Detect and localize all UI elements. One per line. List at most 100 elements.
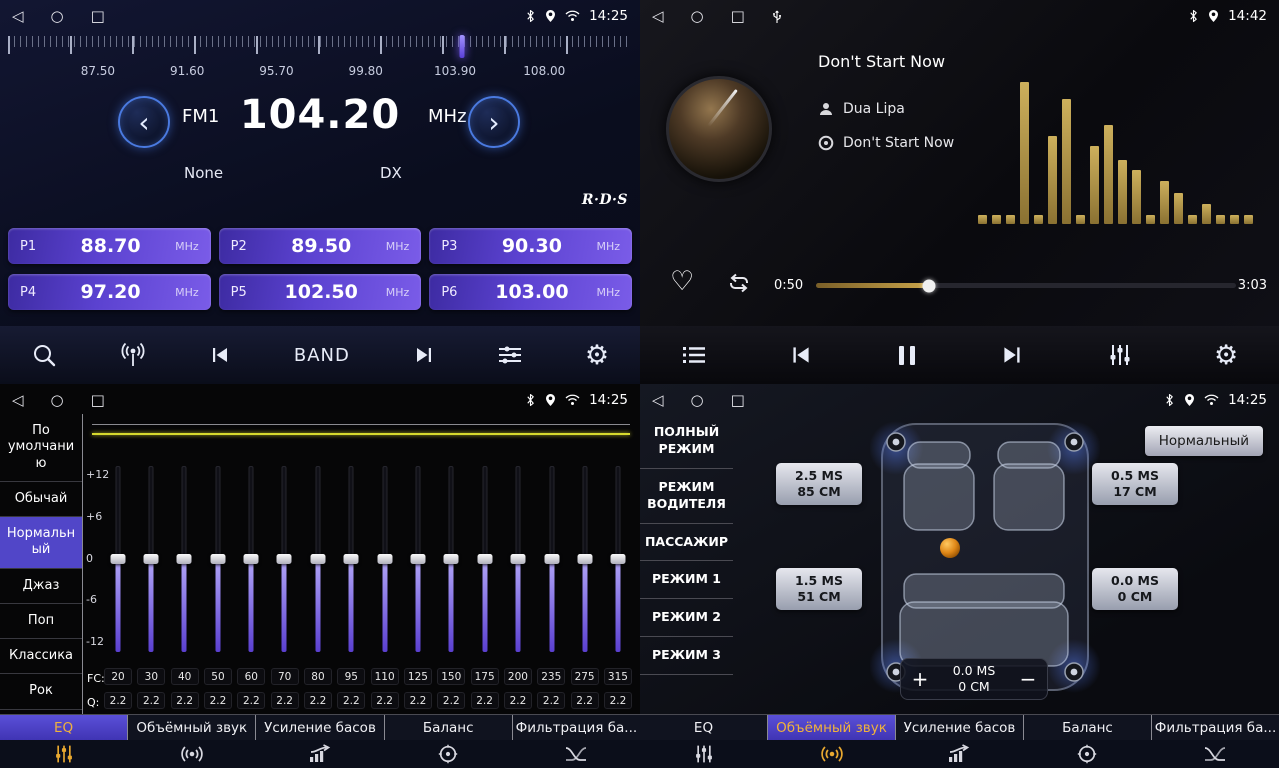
slider-knob[interactable]: [411, 554, 426, 564]
eq-band-slider-125[interactable]: [411, 466, 426, 652]
eq-band-slider-175[interactable]: [477, 466, 492, 652]
tuner-indicator[interactable]: [459, 35, 464, 58]
seek-down-button[interactable]: ‹: [118, 96, 170, 148]
settings-gear-icon[interactable]: ⚙: [1214, 342, 1238, 369]
field-preset-button[interactable]: Нормальный: [1145, 426, 1263, 456]
slider-knob[interactable]: [611, 554, 626, 564]
nav-home-button[interactable]: ○: [691, 7, 704, 25]
slider-knob[interactable]: [177, 554, 192, 564]
decrease-delay-button[interactable]: −: [1009, 667, 1047, 691]
search-scan-icon[interactable]: [31, 342, 57, 368]
eq-band-slider-40[interactable]: [177, 466, 192, 652]
eq-band-slider-20[interactable]: [110, 466, 125, 652]
nav-back-button[interactable]: ◁: [652, 391, 664, 409]
bass-icon[interactable]: [896, 740, 1024, 768]
audio-settings-icon[interactable]: [497, 344, 523, 366]
surround-icon[interactable]: [128, 740, 256, 768]
seek-up-button[interactable]: ›: [468, 96, 520, 148]
tab-bass[interactable]: Усиление басов: [256, 715, 384, 740]
filter-icon[interactable]: [1151, 740, 1279, 768]
repeat-icon[interactable]: [726, 272, 752, 298]
eq-band-slider-275[interactable]: [577, 466, 592, 652]
slider-knob[interactable]: [110, 554, 125, 564]
progress-bar[interactable]: [816, 283, 1236, 288]
next-track-icon[interactable]: [999, 342, 1025, 368]
band-button[interactable]: BAND: [294, 345, 350, 366]
mode-menu-item[interactable]: РЕЖИМ 1: [640, 561, 733, 599]
tab-filter[interactable]: Фильтрация ба...: [513, 715, 640, 740]
favorite-heart-icon[interactable]: ♡: [670, 266, 694, 297]
preset-button-p4[interactable]: P497.20MHz: [8, 274, 211, 310]
tab-eq[interactable]: EQ: [640, 715, 768, 740]
increase-delay-button[interactable]: +: [901, 667, 939, 691]
mixer-sliders-icon[interactable]: [1107, 343, 1133, 367]
slider-knob[interactable]: [310, 554, 325, 564]
eq-preset-item[interactable]: Джаз: [0, 569, 82, 604]
delay-front-left-button[interactable]: 2.5 MS 85 CM: [776, 463, 862, 505]
previous-track-icon[interactable]: [788, 342, 814, 368]
nav-back-button[interactable]: ◁: [652, 7, 664, 25]
mode-menu-item[interactable]: РЕЖИМ 3: [640, 637, 733, 675]
delay-rear-left-button[interactable]: 1.5 MS 51 CM: [776, 568, 862, 610]
bass-icon[interactable]: [256, 740, 384, 768]
tuning-scale[interactable]: [8, 36, 628, 60]
nav-recents-button[interactable]: □: [91, 7, 105, 25]
slider-knob[interactable]: [244, 554, 259, 564]
nav-recents-button[interactable]: □: [731, 7, 745, 25]
eq-preset-item[interactable]: Рок: [0, 674, 82, 709]
next-track-icon[interactable]: [412, 343, 436, 367]
nav-back-button[interactable]: ◁: [12, 7, 24, 25]
slider-knob[interactable]: [477, 554, 492, 564]
eq-band-slider-30[interactable]: [143, 466, 158, 652]
surround-icon[interactable]: [768, 740, 896, 768]
eq-preset-item[interactable]: Классика: [0, 639, 82, 674]
mode-menu-item[interactable]: ПОЛНЫЙ РЕЖИМ: [640, 414, 733, 469]
eq-icon[interactable]: [0, 740, 128, 768]
preset-button-p1[interactable]: P188.70MHz: [8, 228, 211, 264]
tab-filter[interactable]: Фильтрация ба...: [1152, 715, 1279, 740]
mode-menu-item[interactable]: РЕЖИМ ВОДИТЕЛЯ: [640, 469, 733, 524]
eq-band-slider-235[interactable]: [544, 466, 559, 652]
eq-band-slider-95[interactable]: [344, 466, 359, 652]
mode-menu-item[interactable]: РЕЖИМ 2: [640, 599, 733, 637]
eq-preset-item[interactable]: Поп: [0, 604, 82, 639]
slider-knob[interactable]: [344, 554, 359, 564]
slider-knob[interactable]: [511, 554, 526, 564]
balance-icon[interactable]: [384, 740, 512, 768]
broadcast-antenna-icon[interactable]: [119, 342, 147, 368]
slider-knob[interactable]: [444, 554, 459, 564]
eq-preset-item[interactable]: Нормальный: [0, 517, 82, 569]
pause-icon[interactable]: [896, 346, 918, 365]
progress-knob[interactable]: [923, 279, 936, 292]
tab-surround[interactable]: Объёмный звук: [128, 715, 256, 740]
eq-band-slider-110[interactable]: [377, 466, 392, 652]
slider-knob[interactable]: [577, 554, 592, 564]
preset-button-p5[interactable]: P5102.50MHz: [219, 274, 422, 310]
listening-position-ball[interactable]: [940, 538, 960, 558]
nav-home-button[interactable]: ○: [51, 7, 64, 25]
preset-button-p3[interactable]: P390.30MHz: [429, 228, 632, 264]
slider-knob[interactable]: [210, 554, 225, 564]
eq-band-slider-200[interactable]: [511, 466, 526, 652]
preset-button-p2[interactable]: P289.50MHz: [219, 228, 422, 264]
tab-balance[interactable]: Баланс: [385, 715, 513, 740]
slider-knob[interactable]: [143, 554, 158, 564]
nav-back-button[interactable]: ◁: [12, 391, 24, 409]
tab-balance[interactable]: Баланс: [1024, 715, 1152, 740]
eq-preset-item[interactable]: По умолчанию: [0, 414, 82, 482]
slider-knob[interactable]: [544, 554, 559, 564]
delay-front-right-button[interactable]: 0.5 MS 17 CM: [1092, 463, 1178, 505]
mode-menu-item[interactable]: ПАССАЖИР: [640, 524, 733, 562]
eq-band-slider-70[interactable]: [277, 466, 292, 652]
filter-icon[interactable]: [512, 740, 640, 768]
delay-rear-right-button[interactable]: 0.0 MS 0 CM: [1092, 568, 1178, 610]
nav-home-button[interactable]: ○: [51, 391, 64, 409]
nav-home-button[interactable]: ○: [691, 391, 704, 409]
settings-gear-icon[interactable]: ⚙: [585, 342, 609, 369]
preset-button-p6[interactable]: P6103.00MHz: [429, 274, 632, 310]
eq-icon[interactable]: [640, 740, 768, 768]
tab-surround[interactable]: Объёмный звук: [768, 715, 896, 740]
eq-band-slider-315[interactable]: [611, 466, 626, 652]
slider-knob[interactable]: [277, 554, 292, 564]
balance-icon[interactable]: [1023, 740, 1151, 768]
